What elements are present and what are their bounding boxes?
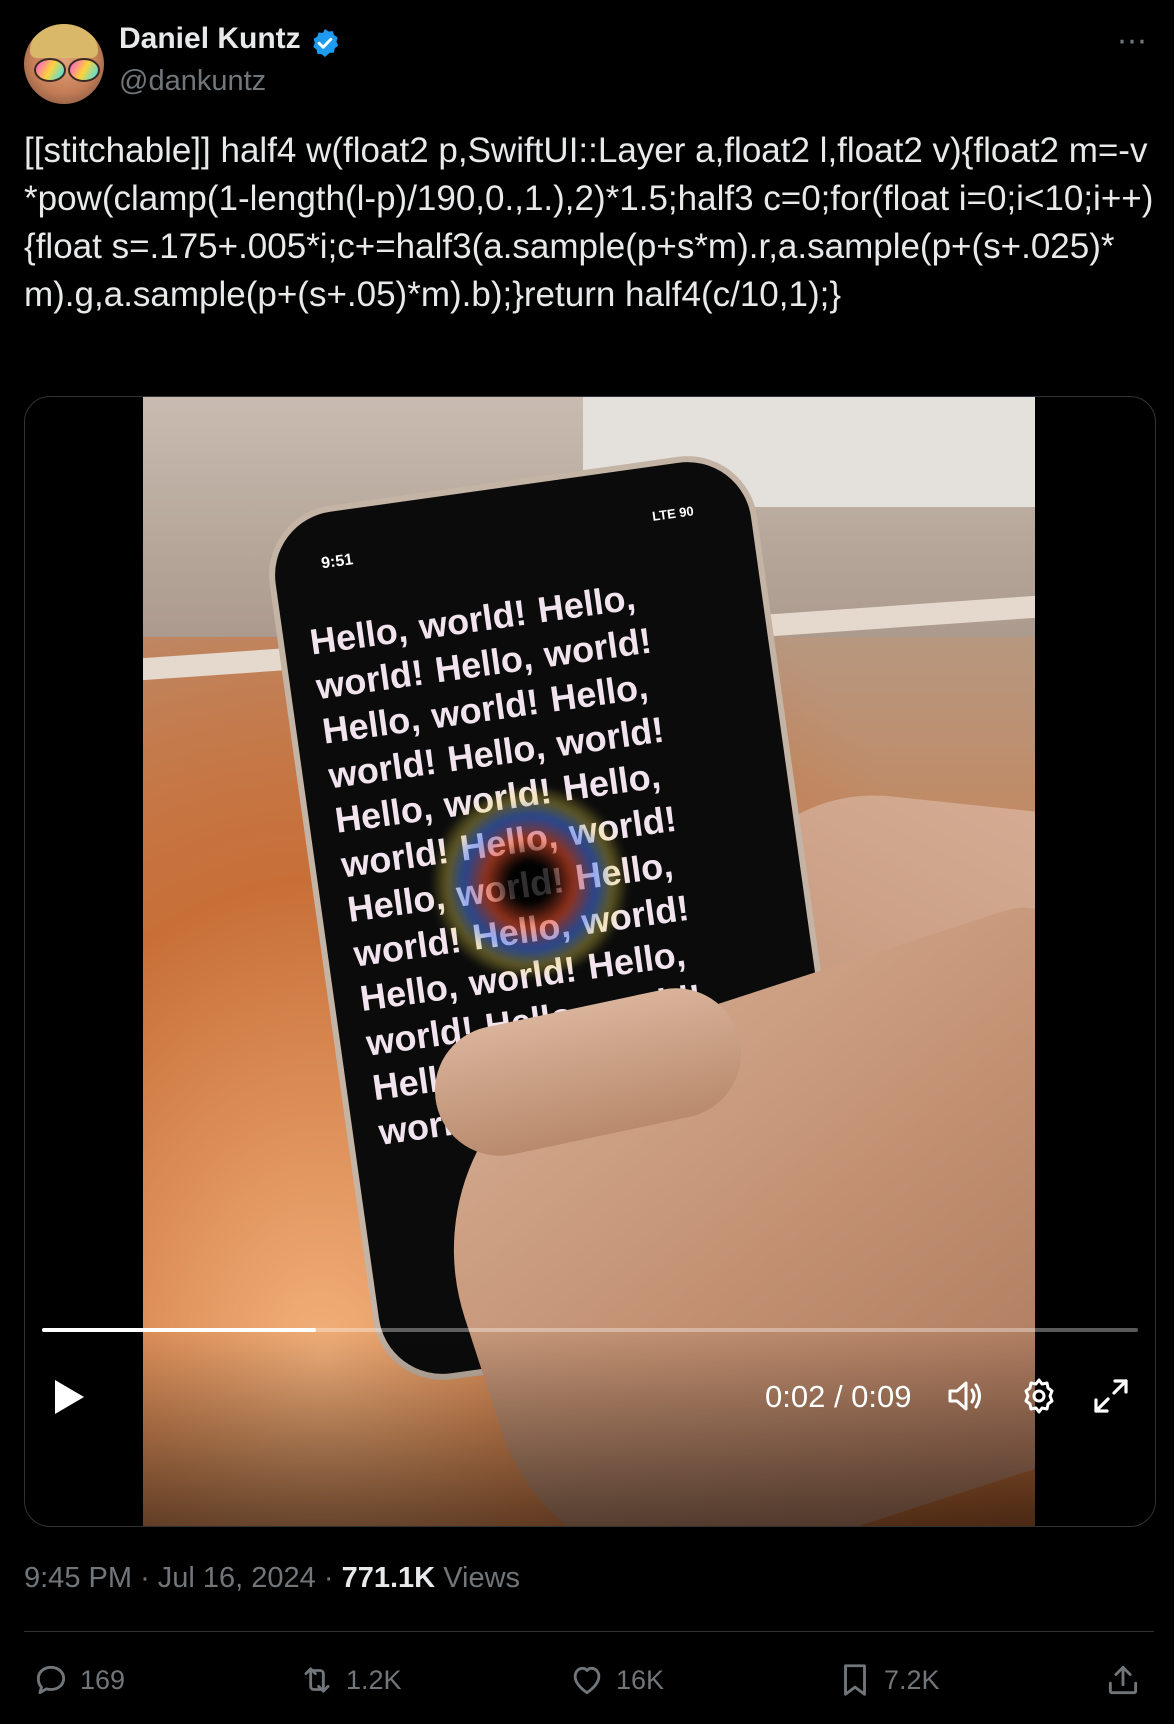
avatar-glasses-right (68, 58, 100, 82)
play-icon[interactable] (51, 1377, 87, 1417)
heart-icon (573, 1666, 601, 1695)
views-count: 771.1K (341, 1562, 436, 1594)
meta-separator: · (140, 1562, 150, 1594)
settings-gear-icon[interactable] (1019, 1376, 1059, 1416)
video-progress-bar[interactable] (42, 1328, 1138, 1332)
divider (24, 1631, 1154, 1632)
avatar-hair (30, 24, 98, 58)
video-bottom-shade (143, 1326, 1035, 1526)
video-time: 0:02 / 0:09 (765, 1379, 912, 1414)
video-frame[interactable]: 9:51 LTE 90 Hello, world! Hello, world! … (143, 397, 1035, 1526)
reply-count: 169 (80, 1664, 126, 1695)
tweet-text: [[stitchable]] half4 w(float2 p,SwiftUI:… (24, 131, 1154, 314)
reply-button[interactable]: 169 (32, 1660, 125, 1700)
more-options-icon[interactable]: ⋯ (1117, 24, 1148, 59)
phone-status-right: LTE 90 (651, 503, 695, 524)
fullscreen-icon[interactable] (1091, 1376, 1131, 1416)
meta-separator: · (323, 1562, 334, 1594)
phone-status-time: 9:51 (320, 551, 355, 573)
repost-button[interactable]: 1.2K (298, 1660, 402, 1700)
tweet-meta: 9:45 PM · Jul 16, 2024 · 771.1K Views (24, 1562, 520, 1595)
bookmark-button[interactable]: 7.2K (836, 1660, 940, 1700)
reply-icon (36, 1665, 66, 1695)
avatar-glasses-left (34, 58, 66, 82)
repost-count: 1.2K (346, 1664, 402, 1695)
video-player[interactable]: 9:51 LTE 90 Hello, world! Hello, world! … (24, 396, 1156, 1527)
verified-badge-icon[interactable] (309, 27, 341, 59)
volume-icon[interactable] (945, 1376, 985, 1416)
bookmark-count: 7.2K (884, 1664, 940, 1695)
share-button[interactable] (1104, 1660, 1142, 1700)
avatar[interactable] (24, 24, 104, 104)
like-count: 16K (616, 1664, 665, 1695)
like-button[interactable]: 16K (568, 1660, 664, 1700)
video-progress-fill (42, 1328, 316, 1332)
tweet-date[interactable]: Jul 16, 2024 (158, 1562, 316, 1594)
bookmark-icon (844, 1664, 866, 1696)
tweet-time[interactable]: 9:45 PM (24, 1562, 132, 1594)
repost-icon (304, 1667, 330, 1693)
author-name[interactable]: Daniel Kuntz (119, 22, 301, 56)
share-icon (1108, 1665, 1138, 1695)
views-label: Views (443, 1562, 521, 1594)
author-handle[interactable]: @dankuntz (119, 65, 266, 98)
